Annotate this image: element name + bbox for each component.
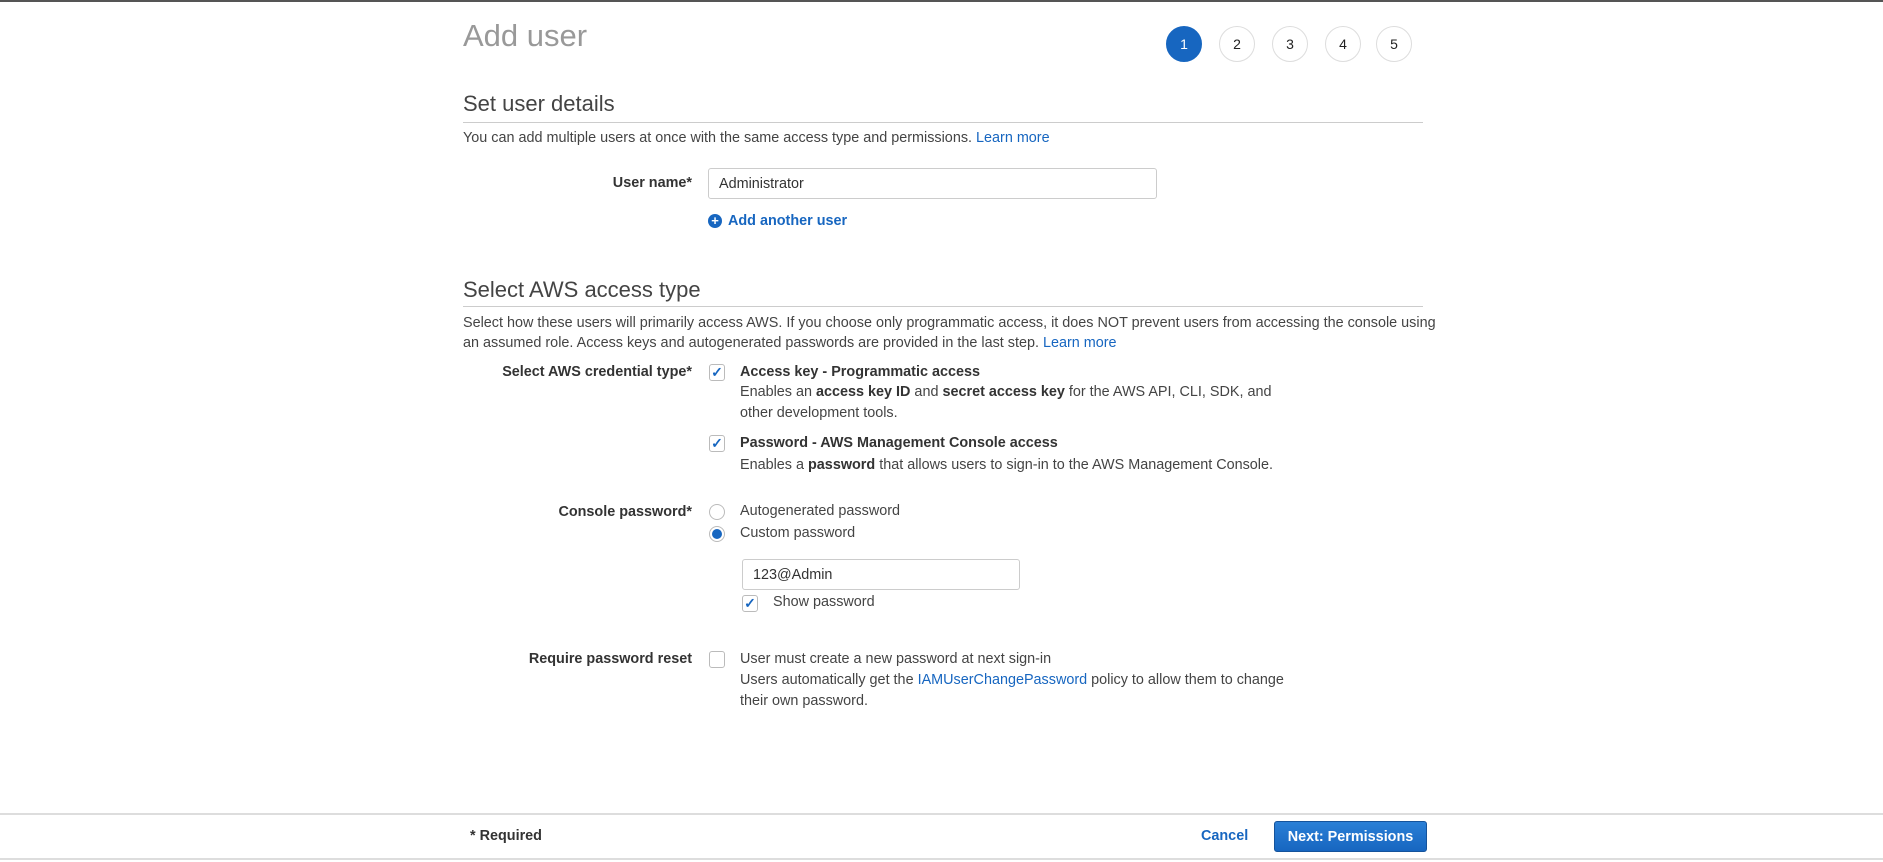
programmatic-access-checkbox[interactable]: ✓ [709, 364, 725, 381]
console-password-label: Console password* [558, 504, 692, 520]
learn-more-link[interactable]: Learn more [976, 130, 1050, 146]
page-title: Add user [463, 18, 588, 53]
iam-policy-link[interactable]: IAMUserChangePassword [918, 672, 1088, 688]
show-password-checkbox[interactable]: ✓ [742, 595, 758, 612]
next-permissions-button[interactable]: Next: Permissions [1274, 821, 1427, 852]
top-border [0, 0, 1883, 2]
programmatic-access-desc: Enables an access key ID and secret acce… [740, 384, 1272, 400]
autogenerated-password-label: Autogenerated password [740, 503, 901, 519]
plus-circle-icon: + [708, 214, 722, 228]
require-reset-label: Require password reset [528, 651, 692, 667]
access-type-heading: Select AWS access type [463, 277, 701, 302]
console-access-desc: Enables a password that allows users to … [740, 457, 1274, 473]
access-description-text: an assumed role. Access keys and autogen… [463, 335, 1039, 351]
access-description-line2: an assumed role. Access keys and autogen… [463, 333, 1117, 354]
footer-bottom-border [0, 858, 1883, 860]
console-access-title: Password - AWS Management Console access [740, 435, 1058, 451]
require-reset-checkbox[interactable] [709, 651, 725, 668]
custom-password-label: Custom password [740, 525, 856, 541]
step-5[interactable]: 5 [1376, 26, 1412, 62]
divider [463, 306, 1423, 307]
step-2[interactable]: 2 [1219, 26, 1255, 62]
require-reset-text: User must create a new password at next … [740, 651, 1052, 667]
footer-border [0, 813, 1883, 815]
require-reset-desc: Users automatically get the IAMUserChang… [740, 672, 1284, 688]
programmatic-access-title: Access key - Programmatic access [740, 364, 980, 380]
access-description-line1: Select how these users will primarily ac… [463, 315, 1436, 331]
details-description-text: You can add multiple users at once with … [463, 130, 973, 146]
cancel-button[interactable]: Cancel [1201, 826, 1248, 847]
step-3[interactable]: 3 [1272, 26, 1308, 62]
set-user-details-heading: Set user details [463, 91, 615, 116]
step-1[interactable]: 1 [1166, 26, 1202, 62]
divider [463, 122, 1423, 123]
credential-type-label: Select AWS credential type* [502, 364, 692, 380]
custom-password-radio[interactable] [709, 526, 725, 542]
require-reset-desc-2: their own password. [740, 693, 868, 709]
autogenerated-password-radio[interactable] [709, 504, 725, 520]
user-name-label: User name* [612, 175, 692, 191]
step-4[interactable]: 4 [1325, 26, 1361, 62]
learn-more-link[interactable]: Learn more [1043, 335, 1117, 351]
programmatic-access-desc-2: other development tools. [740, 405, 898, 421]
console-access-checkbox[interactable]: ✓ [709, 435, 725, 452]
details-description: You can add multiple users at once with … [463, 128, 1050, 149]
add-another-user-label: Add another user [728, 213, 848, 229]
add-another-user-button[interactable]: + Add another user [708, 211, 847, 232]
custom-password-input[interactable]: 123@Admin [742, 559, 1020, 590]
required-note: * Required [470, 828, 542, 844]
user-name-input[interactable]: Administrator [708, 168, 1157, 199]
show-password-label: Show password [773, 594, 875, 610]
